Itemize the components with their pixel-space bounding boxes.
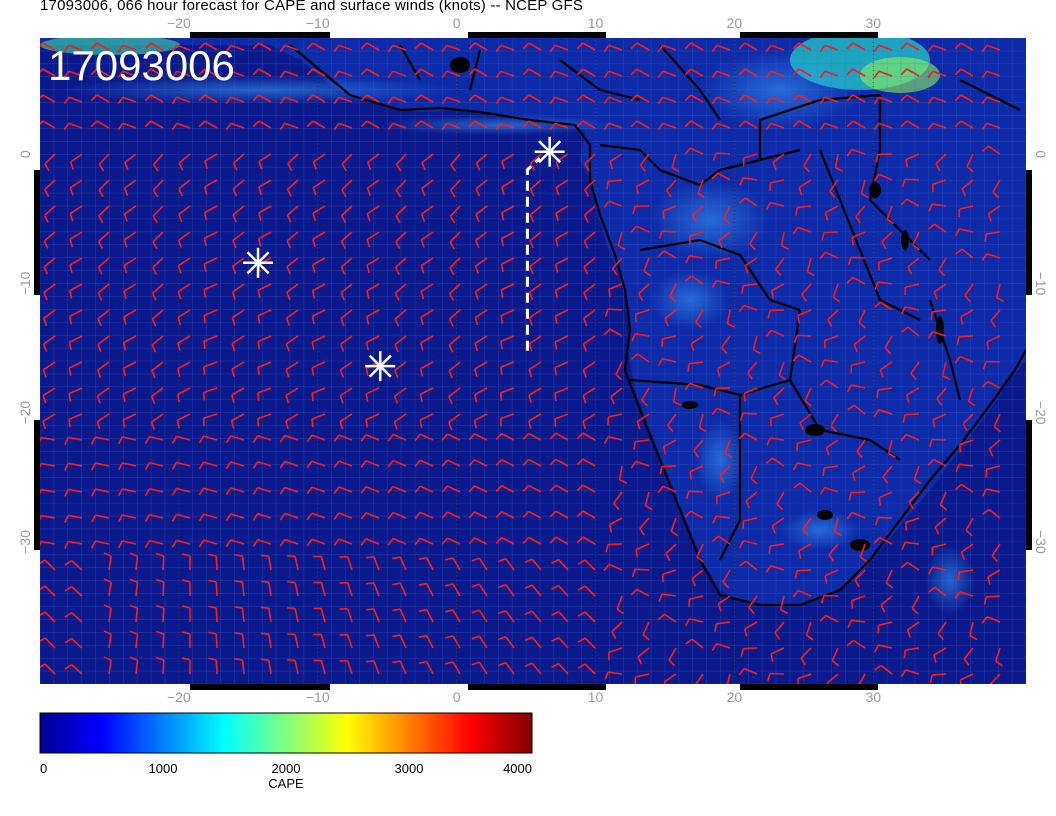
colorbar-tick-labels: 0 1000 2000 3000 4000	[40, 761, 532, 776]
lat-tick-label: 0	[17, 150, 33, 158]
colorbar-tick-label: 1000	[149, 761, 178, 776]
date-stamp: 17093006	[48, 42, 235, 89]
lon-tick-label: 0	[453, 15, 461, 31]
colorbar-tick-label: 4000	[503, 761, 532, 776]
lon-tick-labels-bottom: −20 −10 0 10 20 30	[167, 689, 881, 705]
lat-tick-labels-right: 0 −10 −20 −30	[1033, 150, 1049, 554]
lon-tick-label: −10	[306, 15, 330, 31]
lat-tick-label: −20	[17, 401, 33, 425]
lon-tick-label: −20	[167, 15, 191, 31]
lat-tick-label: −10	[17, 271, 33, 295]
lon-tick-label: 30	[865, 689, 881, 705]
lon-tick-label: 0	[453, 689, 461, 705]
lat-tick-label: −30	[1033, 530, 1049, 554]
lat-tick-label: 0	[1033, 150, 1049, 158]
forecast-map: 17093006 −20 −10 0 10 20 30 −20 −10 0 10 20 30 0 −1…	[17, 15, 1049, 791]
storm-marker-icon	[365, 351, 396, 382]
lat-tick-label: −30	[17, 530, 33, 554]
colorbar	[39, 712, 533, 754]
colorbar-title: CAPE	[268, 776, 304, 791]
lat-tick-label: −20	[1033, 401, 1049, 425]
lon-tick-label: 10	[588, 689, 604, 705]
storm-marker-icon	[243, 247, 274, 278]
storm-marker-icon	[534, 136, 565, 167]
lon-tick-label: 30	[865, 15, 881, 31]
lat-tick-labels-left: 0 −10 −20 −30	[17, 150, 33, 554]
lon-tick-label: −10	[306, 689, 330, 705]
lon-tick-label: 20	[727, 15, 743, 31]
colorbar-tick-label: 0	[40, 761, 47, 776]
lon-tick-label: 10	[588, 15, 604, 31]
lon-tick-label: 20	[727, 689, 743, 705]
lon-tick-label: −20	[167, 689, 191, 705]
colorbar-tick-label: 3000	[395, 761, 424, 776]
lat-tick-label: −10	[1033, 272, 1049, 296]
lon-tick-labels-top: −20 −10 0 10 20 30	[167, 15, 881, 31]
colorbar-tick-label: 2000	[272, 761, 301, 776]
